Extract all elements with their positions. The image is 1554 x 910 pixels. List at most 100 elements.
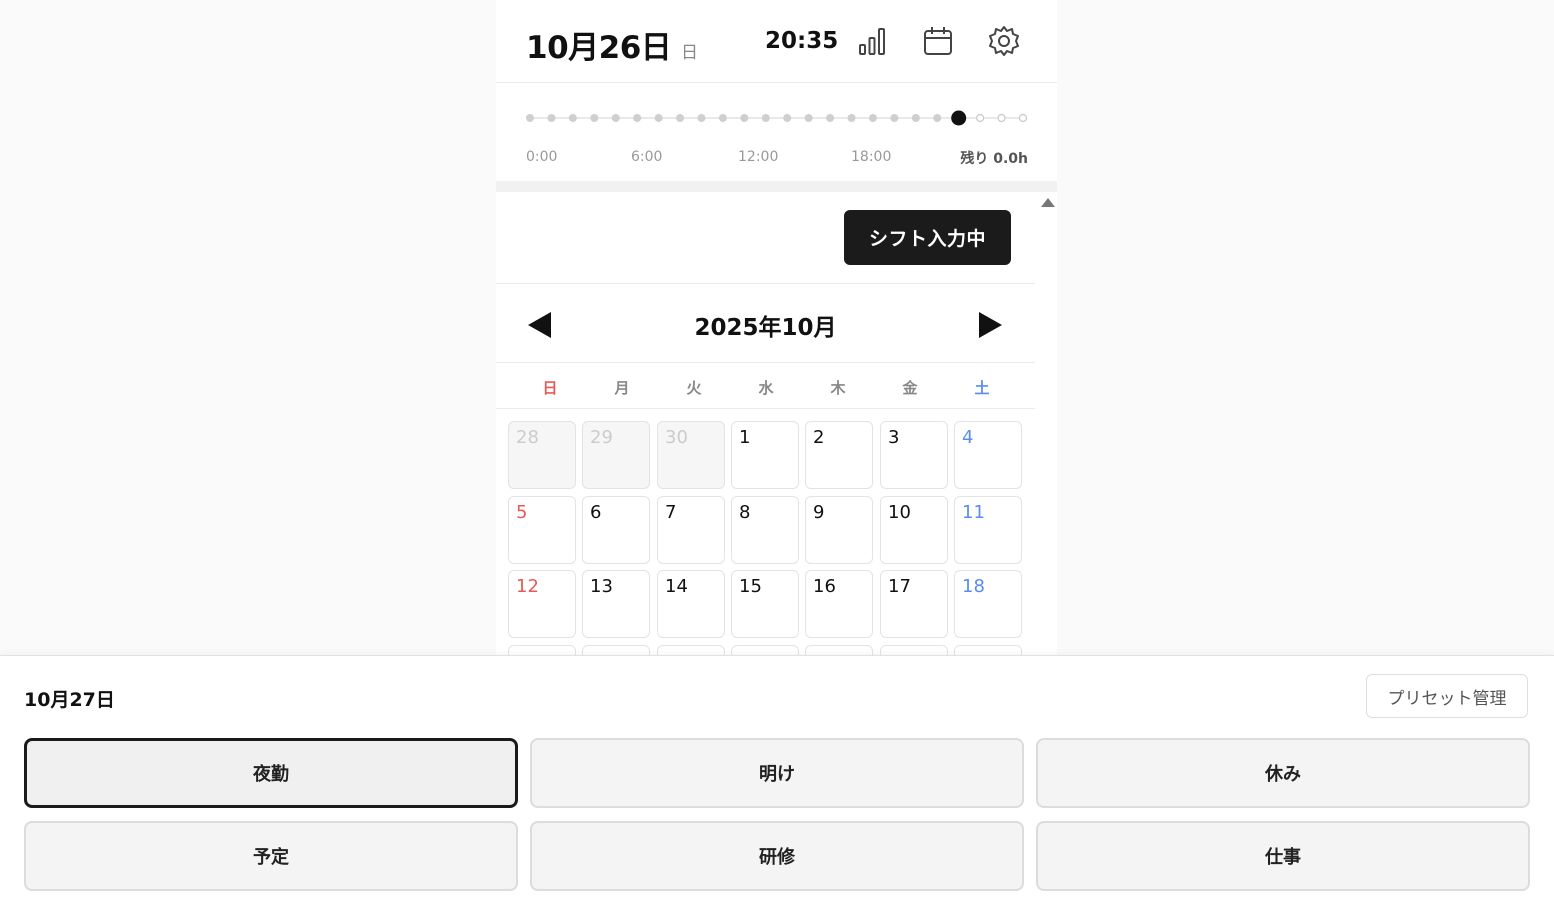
calendar-day-cell[interactable]: 6: [582, 496, 650, 564]
calendar-day-cell[interactable]: 2: [805, 421, 873, 489]
timeline-label-0: 0:00: [526, 149, 558, 165]
month-navigation: 2025年10月: [496, 284, 1035, 363]
calendar-day-number: 4: [962, 427, 974, 448]
shift-option-button[interactable]: 予定: [24, 821, 518, 891]
timeline-past-dot: [590, 114, 599, 122]
timeline-past-dot: [933, 114, 942, 122]
calendar-day-cell[interactable]: 8: [731, 496, 799, 564]
calendar-day-number: 1: [739, 427, 751, 448]
weekday-label: 月: [614, 379, 630, 397]
calendar-grid: 28 29 30 1 2 3 4 5 6 7 8 9 10 11 12 13 14 15 16 17 18: [508, 421, 1028, 662]
weekday-label: 日: [542, 379, 558, 397]
section-divider: [496, 181, 1057, 192]
scroll-up-arrow-icon[interactable]: [1041, 198, 1055, 207]
timeline-label-12: 12:00: [738, 149, 779, 165]
day-timeline: 0:00 6:00 12:00 18:00 残り 0.0h: [496, 83, 1057, 181]
calendar-day-number: 12: [516, 576, 539, 597]
current-date: 10月26日: [526, 30, 672, 66]
calendar-day-number: 28: [516, 427, 539, 448]
current-day-of-week: 日: [681, 43, 698, 63]
calendar-day-cell[interactable]: 16: [805, 570, 873, 638]
current-time: 20:35: [765, 28, 839, 54]
timeline-past-dot: [526, 114, 534, 122]
calendar-day-number: 14: [665, 576, 688, 597]
weekday-label: 火: [686, 379, 702, 397]
shift-option-button[interactable]: 研修: [530, 821, 1024, 891]
calendar-panel: シフト入力中 2025年10月 日月火水木金土 28 29 30 1 2 3 4 5 6 7 8 9 1…: [496, 192, 1035, 662]
calendar-day-cell[interactable]: 18: [954, 570, 1022, 638]
calendar-day-number: 29: [590, 427, 613, 448]
preset-manage-button[interactable]: プリセット管理: [1366, 674, 1528, 718]
weekday-header: 日月火水木金土: [496, 363, 1035, 409]
calendar-day-number: 16: [813, 576, 836, 597]
bar-chart-icon[interactable]: [855, 24, 889, 58]
shift-option-button[interactable]: 明け: [530, 738, 1024, 808]
calendar-day-cell[interactable]: 3: [880, 421, 948, 489]
calendar-day-number: 13: [590, 576, 613, 597]
timeline-future-dot: [997, 113, 1006, 123]
timeline-past-dot: [868, 114, 877, 122]
weekday-label: 木: [830, 379, 846, 397]
weekday-label: 金: [902, 379, 918, 397]
calendar-day-number: 2: [813, 427, 825, 448]
timeline-past-dot: [547, 114, 556, 122]
timeline-label-6: 6:00: [631, 149, 663, 165]
calendar-day-cell[interactable]: 29: [582, 421, 650, 489]
timeline-past-dot: [826, 114, 835, 122]
calendar-day-cell[interactable]: 12: [508, 570, 576, 638]
calendar-day-number: 11: [962, 502, 985, 523]
next-month-icon[interactable]: [979, 312, 1002, 338]
shift-input-mode-button[interactable]: シフト入力中: [844, 210, 1011, 265]
timeline-future-dot: [976, 113, 985, 123]
timeline-past-dot: [783, 114, 792, 122]
calendar-day-cell[interactable]: 14: [657, 570, 725, 638]
timeline-future-dot: [1018, 113, 1028, 123]
header: 10月26日 日 20:35: [496, 0, 1057, 83]
calendar-day-cell[interactable]: 11: [954, 496, 1022, 564]
remaining-hours: 残り 0.0h: [960, 151, 1028, 167]
timeline-label-18: 18:00: [851, 149, 892, 165]
timeline-past-dot: [890, 114, 899, 122]
timeline-past-dot: [740, 114, 749, 122]
calendar-day-cell[interactable]: 15: [731, 570, 799, 638]
calendar-day-cell[interactable]: 1: [731, 421, 799, 489]
timeline-past-dot: [633, 114, 642, 122]
calendar-day-number: 15: [739, 576, 762, 597]
calendar-day-number: 30: [665, 427, 688, 448]
calendar-day-cell[interactable]: 7: [657, 496, 725, 564]
timeline-track: [526, 110, 1028, 126]
calendar-day-cell[interactable]: 28: [508, 421, 576, 489]
timeline-past-dot: [568, 114, 577, 122]
timeline-past-dot: [804, 114, 813, 122]
timeline-past-dot: [761, 114, 770, 122]
shift-picker-sheet: 10月27日 プリセット管理 夜勤 明け 休み予定 研修 仕事: [0, 655, 1554, 910]
calendar-day-number: 6: [590, 502, 602, 523]
calendar-day-cell[interactable]: 9: [805, 496, 873, 564]
calendar-day-number: 8: [739, 502, 751, 523]
timeline-past-dot: [911, 114, 920, 122]
shift-option-button[interactable]: 仕事: [1036, 821, 1530, 891]
selected-date: 10月27日: [24, 689, 115, 711]
timeline-past-dot: [654, 114, 663, 122]
timeline-past-dot: [676, 114, 685, 122]
calendar-day-cell[interactable]: 5: [508, 496, 576, 564]
calendar-day-cell[interactable]: 30: [657, 421, 725, 489]
timeline-past-dot: [847, 114, 856, 122]
calendar-day-cell[interactable]: 13: [582, 570, 650, 638]
calendar-day-number: 18: [962, 576, 985, 597]
weekday-label: 水: [758, 379, 774, 397]
calendar-day-cell[interactable]: 10: [880, 496, 948, 564]
calendar-day-number: 7: [665, 502, 677, 523]
calendar-day-number: 3: [888, 427, 900, 448]
shift-option-button[interactable]: 夜勤: [24, 738, 518, 808]
weekday-label: 土: [974, 379, 990, 397]
timeline-past-dot: [697, 114, 706, 122]
calendar-day-cell[interactable]: 4: [954, 421, 1022, 489]
calendar-day-cell[interactable]: 17: [880, 570, 948, 638]
calendar-day-number: 9: [813, 502, 825, 523]
gear-icon[interactable]: [987, 24, 1021, 58]
calendar-icon[interactable]: [921, 24, 955, 58]
month-title: 2025年10月: [694, 315, 837, 341]
shift-option-button[interactable]: 休み: [1036, 738, 1530, 808]
timeline-past-dot: [611, 114, 620, 122]
